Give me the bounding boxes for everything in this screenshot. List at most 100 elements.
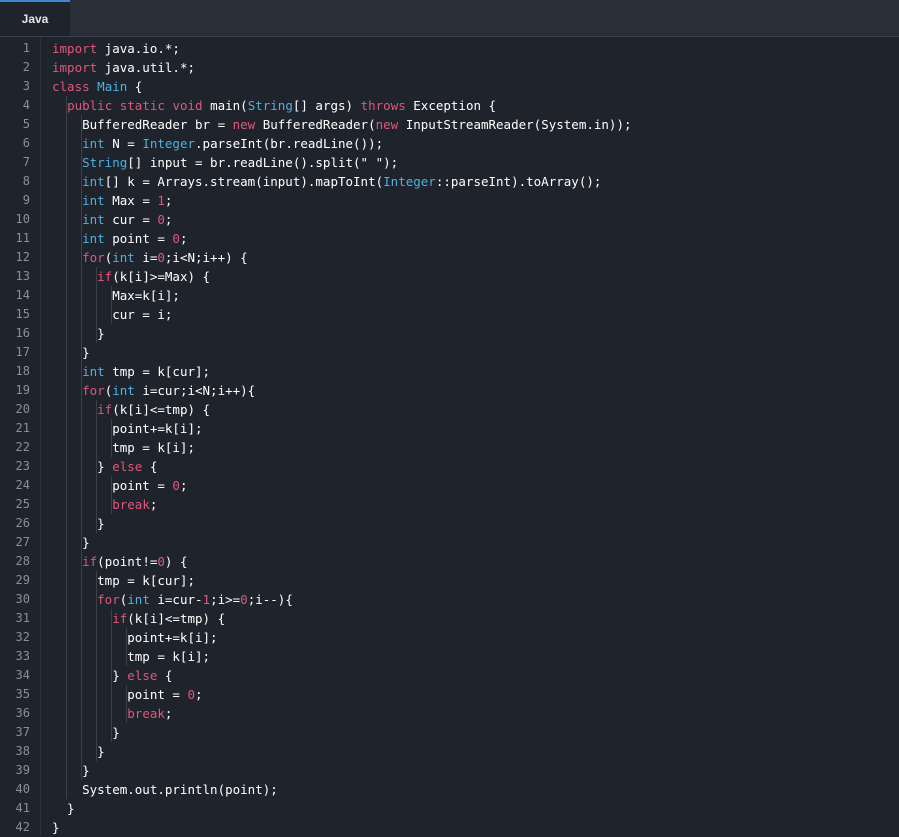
line-number: 18 [15, 364, 30, 378]
code-token: .parseInt(br.readLine()); [195, 136, 384, 151]
code-line: int N = Integer.parseInt(br.readLine()); [52, 134, 383, 153]
tab-java[interactable]: Java [0, 0, 70, 36]
line-number: 12 [15, 250, 30, 264]
code-token: Max = [104, 193, 158, 208]
code-token: 0 [157, 554, 165, 569]
line-number: 40 [15, 782, 30, 796]
code-line: Max=k[i]; [52, 286, 180, 305]
line-number: 11 [15, 231, 30, 245]
code-token: i=cur;i<N;i++){ [134, 383, 256, 398]
code-token: tmp = k[i]; [52, 649, 211, 664]
code-editor[interactable]: 1 2 3 4 5 6 7 8 9 10 11 12 13 14 15 16 17 18 19 20 21 22 23 24 2… [0, 38, 899, 836]
line-number: 24 [15, 478, 30, 492]
code-token: int [82, 364, 105, 379]
code-line: if(k[i]<=tmp) { [52, 400, 210, 419]
line-number: 31 [15, 611, 30, 625]
line-number: 25 [15, 497, 30, 511]
code-token: cur = i; [52, 307, 173, 322]
line-number: 38 [15, 744, 30, 758]
line-number-gutter: 1 2 3 4 5 6 7 8 9 10 11 12 13 14 15 16 17 18 19 20 21 22 23 24 2… [0, 38, 41, 836]
code-line: int tmp = k[cur]; [52, 362, 210, 381]
code-token: int [127, 592, 150, 607]
code-token: N = [104, 136, 143, 151]
code-line: import java.io.*; [52, 39, 180, 58]
code-token: if [97, 402, 113, 417]
code-token: if [82, 554, 98, 569]
code-token: ; [179, 478, 188, 493]
code-token: { [142, 459, 158, 474]
code-line: break; [52, 495, 157, 514]
line-number: 3 [22, 79, 30, 93]
code-token: break [112, 497, 150, 512]
code-token: public [67, 98, 113, 113]
code-token: Exception { [405, 98, 497, 113]
code-token: point = [104, 231, 173, 246]
code-token: ; [164, 706, 173, 721]
code-line: } else { [52, 666, 172, 685]
code-token: cur = [104, 212, 158, 227]
tab-bar: Java [0, 0, 899, 37]
code-token: throws [360, 98, 406, 113]
code-token: ::parseInt).toArray(); [435, 174, 602, 189]
code-token: (k[i]<=tmp) { [127, 611, 226, 626]
code-token: Max=k[i]; [52, 288, 180, 303]
code-token: new [232, 117, 256, 132]
code-token: point+=k[i]; [52, 421, 203, 436]
line-number: 15 [15, 307, 30, 321]
code-line: int Max = 1; [52, 191, 172, 210]
code-line: class Main { [52, 77, 142, 96]
code-line: for(int i=0;i<N;i++) { [52, 248, 248, 267]
code-token: tmp = k[i]; [52, 440, 195, 455]
code-token: void [172, 98, 203, 113]
code-token: else [127, 668, 158, 683]
code-token: ; [164, 193, 173, 208]
code-token: else [112, 459, 143, 474]
code-line: } [52, 514, 105, 533]
line-number: 27 [15, 535, 30, 549]
code-token: int [82, 212, 105, 227]
line-number: 20 [15, 402, 30, 416]
code-token: for [97, 592, 120, 607]
code-token: BufferedReader br = [52, 117, 233, 132]
code-token: ;i>= [210, 592, 241, 607]
line-number: 26 [15, 516, 30, 530]
code-token: Integer [383, 174, 436, 189]
code-token: tmp = k[cur]; [104, 364, 211, 379]
code-line: point+=k[i]; [52, 628, 217, 647]
code-token: (k[i]<=tmp) { [112, 402, 211, 417]
code-line: } [52, 324, 105, 343]
code-line: if(k[i]>=Max) { [52, 267, 210, 286]
code-line: } [52, 799, 75, 818]
code-line: } [52, 723, 120, 742]
line-number: 16 [15, 326, 30, 340]
line-number: 9 [22, 193, 30, 207]
code-token: java.util.*; [97, 60, 195, 75]
code-token: int [82, 174, 105, 189]
line-number: 10 [15, 212, 30, 226]
code-token: 0 [187, 687, 195, 702]
code-area[interactable]: import java.io.*; import java.util.*; clas… [52, 38, 892, 836]
code-token: i=cur- [149, 592, 203, 607]
code-token: } [52, 668, 128, 683]
code-line: System.out.println(point); [52, 780, 278, 799]
code-token: if [112, 611, 128, 626]
code-token: } [52, 801, 75, 816]
code-token: int [82, 136, 105, 151]
code-line: point = 0; [52, 685, 202, 704]
code-line: int[] k = Arrays.stream(input).mapToInt(… [52, 172, 601, 191]
code-token: ;i<N;i++) { [164, 250, 248, 265]
line-number: 42 [15, 820, 30, 834]
code-token: import [52, 41, 98, 56]
line-number: 7 [22, 155, 30, 169]
code-token: int [112, 250, 135, 265]
code-token: 0 [172, 231, 180, 246]
line-number: 17 [15, 345, 30, 359]
code-token: break [127, 706, 165, 721]
